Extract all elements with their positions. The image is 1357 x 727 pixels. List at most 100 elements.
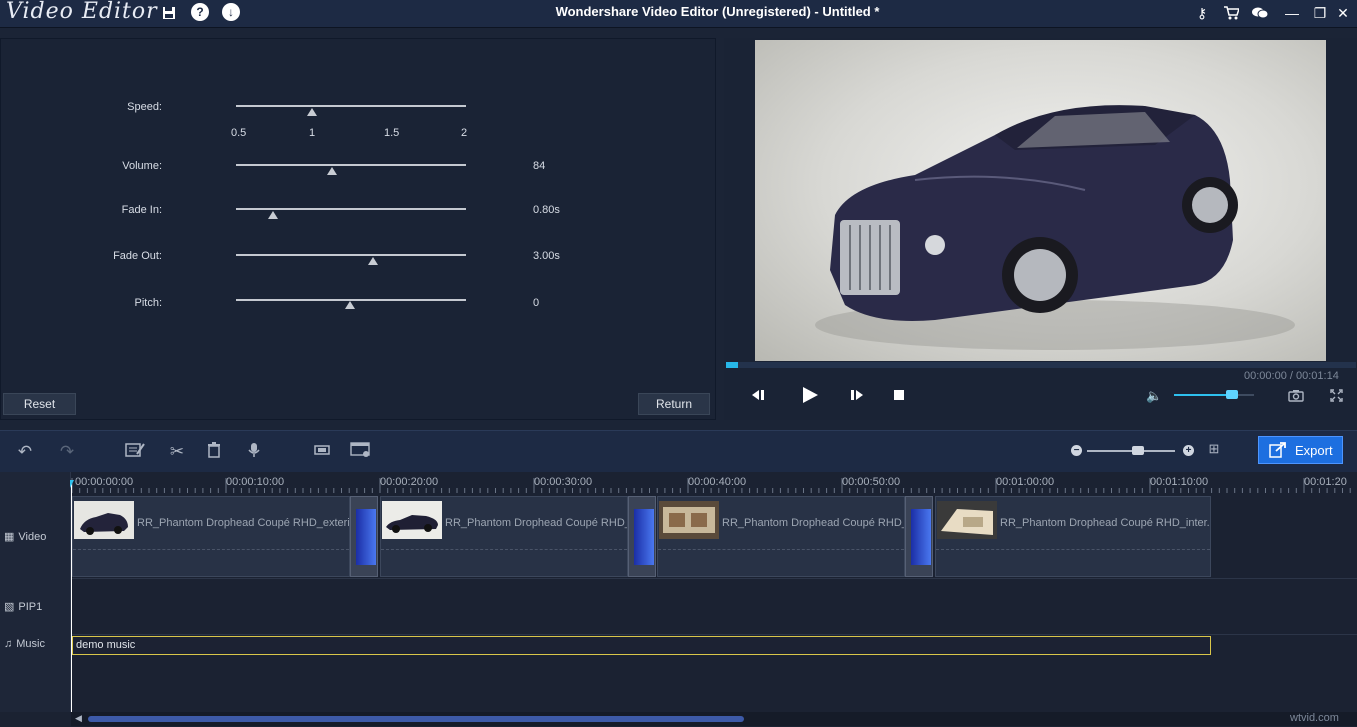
pitch-label: Pitch:	[0, 297, 162, 309]
audio-settings-panel	[0, 38, 716, 420]
time-readout: 00:00:00 / 00:01:14	[1244, 370, 1339, 382]
transition-block[interactable]	[628, 496, 656, 577]
crop-icon[interactable]	[311, 442, 333, 462]
fade-out-slider-handle[interactable]	[368, 257, 378, 265]
stop-button[interactable]	[879, 384, 919, 406]
fit-timeline-icon[interactable]: ⊞	[1203, 441, 1225, 457]
ruler-label: 00:00:40:00	[688, 476, 746, 488]
video-clip[interactable]: RR_Phantom Drophead Coupé RHD_exterior	[72, 496, 350, 577]
transition-preview	[634, 509, 654, 565]
clip-thumbnail	[659, 501, 719, 539]
pitch-slider-handle[interactable]	[345, 301, 355, 309]
playhead-handle[interactable]	[70, 480, 74, 488]
speed-tick: 0.5	[231, 127, 246, 139]
microphone-icon[interactable]	[243, 442, 265, 463]
video-clip[interactable]: RR_Phantom Drophead Coupé RHD_ex	[380, 496, 628, 577]
clip-audio-line	[658, 549, 904, 550]
volume-slider-handle[interactable]	[327, 167, 337, 175]
player-volume-handle[interactable]	[1226, 390, 1238, 399]
zoom-in-icon[interactable]: +	[1183, 445, 1194, 456]
volume-slider[interactable]	[236, 164, 466, 166]
speed-tick: 1.5	[384, 127, 399, 139]
ruler-label: 00:00:20:00	[380, 476, 438, 488]
fade-out-value: 3.00s	[533, 250, 560, 262]
car-image	[755, 40, 1326, 361]
ruler-label: 00:00:50:00	[842, 476, 900, 488]
player-volume-fill	[1174, 394, 1230, 396]
speaker-icon[interactable]: 🔈	[1146, 388, 1162, 404]
scroll-left-arrow-icon[interactable]: ◀	[75, 713, 82, 724]
clip-name: RR_Phantom Drophead Coupé RHD_ex	[445, 517, 628, 529]
minimize-icon[interactable]: —	[1283, 4, 1301, 22]
pip-icon: ▧	[4, 600, 14, 613]
ruler-label: 00:01:10:00	[1150, 476, 1208, 488]
key-icon[interactable]: ⚷	[1193, 4, 1211, 22]
export-button[interactable]: Export	[1258, 436, 1343, 464]
settings-panel-icon[interactable]	[350, 442, 372, 463]
export-icon	[1269, 442, 1287, 458]
transition-preview	[911, 509, 931, 565]
ruler-label: 00:00:00:00	[75, 476, 133, 488]
speed-tick: 1	[309, 127, 315, 139]
clip-thumbnail	[937, 501, 997, 539]
fade-in-value: 0.80s	[533, 204, 560, 216]
speed-label: Speed:	[0, 101, 162, 113]
playback-progress-bar[interactable]	[726, 362, 1356, 368]
edit-icon[interactable]	[124, 442, 146, 463]
chat-icon[interactable]	[1251, 4, 1269, 22]
clip-audio-line	[73, 549, 349, 550]
transition-block[interactable]	[905, 496, 933, 577]
previous-frame-button[interactable]	[738, 384, 778, 406]
lane-divider	[71, 578, 1357, 579]
next-frame-button[interactable]	[837, 384, 877, 406]
music-clip[interactable]: demo music	[72, 636, 1211, 655]
title-bar: Video Editor ? ↓ Wondershare Video Edito…	[0, 0, 1357, 28]
zoom-slider[interactable]	[1087, 450, 1175, 452]
speed-tick: 2	[461, 127, 467, 139]
restore-icon[interactable]: ❐	[1311, 4, 1329, 22]
ruler-label: 00:00:30:00	[534, 476, 592, 488]
fade-in-label: Fade In:	[0, 204, 162, 216]
fade-in-slider-handle[interactable]	[268, 211, 278, 219]
clip-thumbnail	[382, 501, 442, 539]
clip-audio-line	[381, 549, 627, 550]
transition-preview	[356, 509, 376, 565]
redo-icon[interactable]: ↷	[56, 442, 78, 462]
ruler-label: 00:00:10:00	[226, 476, 284, 488]
cut-icon[interactable]: ✂	[166, 442, 188, 462]
snapshot-icon[interactable]	[1288, 389, 1304, 405]
zoom-slider-handle[interactable]	[1132, 446, 1144, 455]
play-button[interactable]	[790, 384, 830, 406]
speed-slider-handle[interactable]	[307, 108, 317, 116]
fade-out-slider[interactable]	[236, 254, 466, 256]
playback-progress-handle[interactable]	[726, 362, 738, 368]
ruler-label: 00:01:20	[1304, 476, 1347, 488]
watermark: wtvid.com	[1290, 712, 1339, 724]
return-button[interactable]: Return	[638, 393, 710, 415]
cart-icon[interactable]	[1222, 4, 1240, 22]
clip-name: RR_Phantom Drophead Coupé RHD_inter...	[1000, 517, 1211, 529]
pitch-value: 0	[533, 297, 539, 309]
playhead[interactable]	[71, 480, 72, 712]
volume-label: Volume:	[0, 160, 162, 172]
fade-out-label: Fade Out:	[0, 250, 162, 262]
transition-block[interactable]	[350, 496, 378, 577]
clip-name: RR_Phantom Drophead Coupé RHD_in	[722, 517, 905, 529]
volume-value: 84	[533, 160, 545, 172]
video-clip[interactable]: RR_Phantom Drophead Coupé RHD_in	[657, 496, 905, 577]
reset-button[interactable]: Reset	[3, 393, 76, 415]
undo-icon[interactable]: ↶	[14, 442, 36, 462]
horizontal-scrollbar-thumb[interactable]	[88, 716, 744, 722]
fullscreen-icon[interactable]	[1330, 389, 1343, 405]
speed-slider[interactable]	[236, 105, 466, 107]
delete-icon[interactable]	[203, 442, 225, 463]
clip-name: RR_Phantom Drophead Coupé RHD_exterior	[137, 517, 350, 529]
preview-video-frame	[755, 40, 1326, 361]
player-volume-slider[interactable]	[1174, 394, 1254, 396]
clip-thumbnail	[74, 501, 134, 539]
zoom-out-icon[interactable]: −	[1071, 445, 1082, 456]
video-clip[interactable]: RR_Phantom Drophead Coupé RHD_inter...	[935, 496, 1211, 577]
export-label: Export	[1295, 443, 1333, 458]
fade-in-slider[interactable]	[236, 208, 466, 210]
close-icon[interactable]: ✕	[1334, 4, 1352, 22]
